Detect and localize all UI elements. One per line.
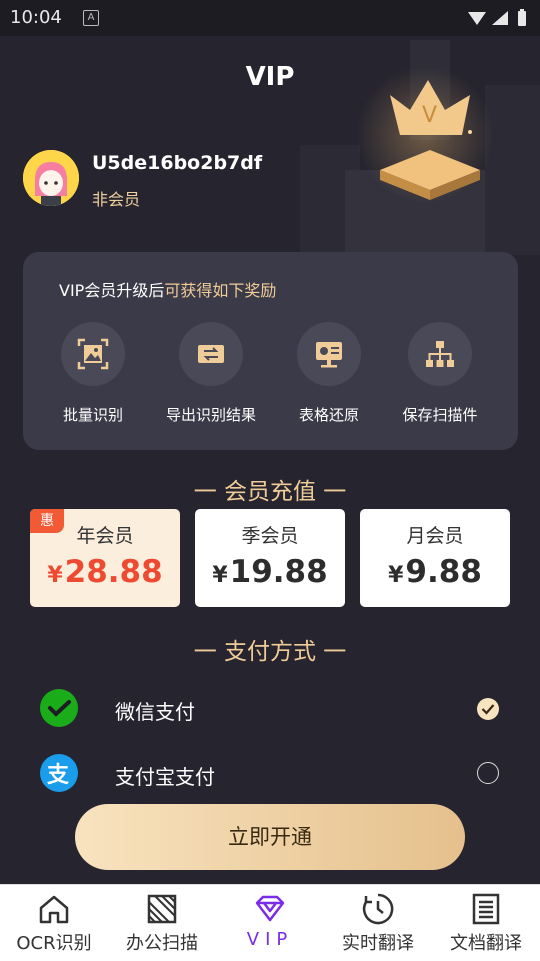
tab-label: VIP xyxy=(246,929,294,950)
image-scan-icon xyxy=(77,338,109,370)
tab-label: OCR识别 xyxy=(16,933,92,954)
avatar-girl-icon xyxy=(23,150,79,206)
benefits-title-highlight: 可获得如下奖励 xyxy=(164,281,277,300)
benefits-title: VIP会员升级后可获得如下奖励 xyxy=(59,277,276,301)
tab-realtime-translate[interactable]: 实时翻译 xyxy=(324,885,432,961)
benefit-label: 批量识别 xyxy=(62,406,123,424)
membership-status: 非会员 xyxy=(92,190,141,209)
home-icon xyxy=(39,895,69,924)
status-time: 10:04 xyxy=(10,7,62,28)
tab-office-scan[interactable]: 办公扫描 xyxy=(108,885,216,961)
plan-price: ¥19.88 xyxy=(195,554,345,590)
plan-price: ¥9.88 xyxy=(360,554,510,590)
tab-ocr[interactable]: OCR识别 xyxy=(0,885,108,961)
plan-quarterly[interactable]: 季会员 ¥19.88 xyxy=(195,509,345,607)
table-restore-icon xyxy=(316,342,342,368)
price-value: 28.88 xyxy=(64,554,163,590)
payment-option-wechat[interactable]: 微信支付 xyxy=(0,684,540,734)
currency-symbol: ¥ xyxy=(388,563,404,588)
status-bar: 10:04 A xyxy=(0,0,540,36)
document-icon xyxy=(472,893,500,925)
tab-label: 办公扫描 xyxy=(126,933,198,954)
clock-icon xyxy=(362,893,394,925)
svg-text:V: V xyxy=(422,103,437,128)
activate-now-button[interactable]: 立即开通 xyxy=(75,804,465,870)
tab-label: 实时翻译 xyxy=(342,933,414,954)
payment-option-alipay[interactable]: 支 支付宝支付 xyxy=(0,748,540,798)
benefit-label: 表格还原 xyxy=(298,406,359,424)
benefits-title-plain: VIP会员升级后 xyxy=(59,281,165,300)
benefit-save-scan: 保存扫描件 xyxy=(380,322,500,425)
notification-icon: A xyxy=(83,10,99,26)
benefit-label: 保存扫描件 xyxy=(402,406,478,424)
price-value: 19.88 xyxy=(229,554,328,590)
status-icons xyxy=(466,8,530,33)
radio-unchecked-icon[interactable] xyxy=(477,762,499,784)
payment-section-title: 一 支付方式 一 xyxy=(193,639,347,665)
alipay-icon: 支 xyxy=(40,754,78,792)
radio-checked-icon[interactable] xyxy=(477,698,499,720)
save-scan-icon xyxy=(426,341,454,367)
benefit-batch-recognition: 批量识别 xyxy=(33,322,153,425)
plan-name: 季会员 xyxy=(241,525,299,547)
tab-vip[interactable]: VIP xyxy=(216,885,324,961)
page-title: VIP xyxy=(245,62,295,92)
plan-price: ¥28.88 xyxy=(30,554,180,590)
tab-document-translate[interactable]: 文档翻译 xyxy=(432,885,540,961)
user-name: U5de16bo2b7df xyxy=(92,152,263,174)
export-icon xyxy=(198,345,224,363)
discount-badge: 惠 xyxy=(30,509,64,533)
plan-annual[interactable]: 惠 年会员 ¥28.88 xyxy=(30,509,180,607)
payment-label: 微信支付 xyxy=(115,700,195,724)
tab-label: 文档翻译 xyxy=(450,933,522,954)
benefit-label: 导出识别结果 xyxy=(165,406,256,424)
scan-icon xyxy=(147,894,177,924)
currency-symbol: ¥ xyxy=(47,563,63,588)
svg-text:支: 支 xyxy=(47,763,70,788)
payment-label: 支付宝支付 xyxy=(115,765,215,789)
membership-section-title: 一 会员充值 一 xyxy=(193,479,347,505)
wifi-signal-battery-icon xyxy=(468,9,526,26)
bottom-tab-bar: OCR识别 办公扫描 VIP 实时翻译 文档翻译 xyxy=(0,884,540,961)
benefit-export-results: 导出识别结果 xyxy=(151,322,271,425)
vip-benefits-card: VIP会员升级后可获得如下奖励 批量识别 导出识别结果 表格还原 保存扫描件 xyxy=(23,252,518,450)
plan-name: 月会员 xyxy=(406,525,464,547)
avatar[interactable] xyxy=(23,150,79,206)
price-value: 9.88 xyxy=(405,554,482,590)
wechat-pay-icon xyxy=(40,689,78,727)
diamond-icon xyxy=(255,895,285,922)
benefit-table-restore: 表格还原 xyxy=(269,322,389,425)
plan-monthly[interactable]: 月会员 ¥9.88 xyxy=(360,509,510,607)
currency-symbol: ¥ xyxy=(212,563,228,588)
